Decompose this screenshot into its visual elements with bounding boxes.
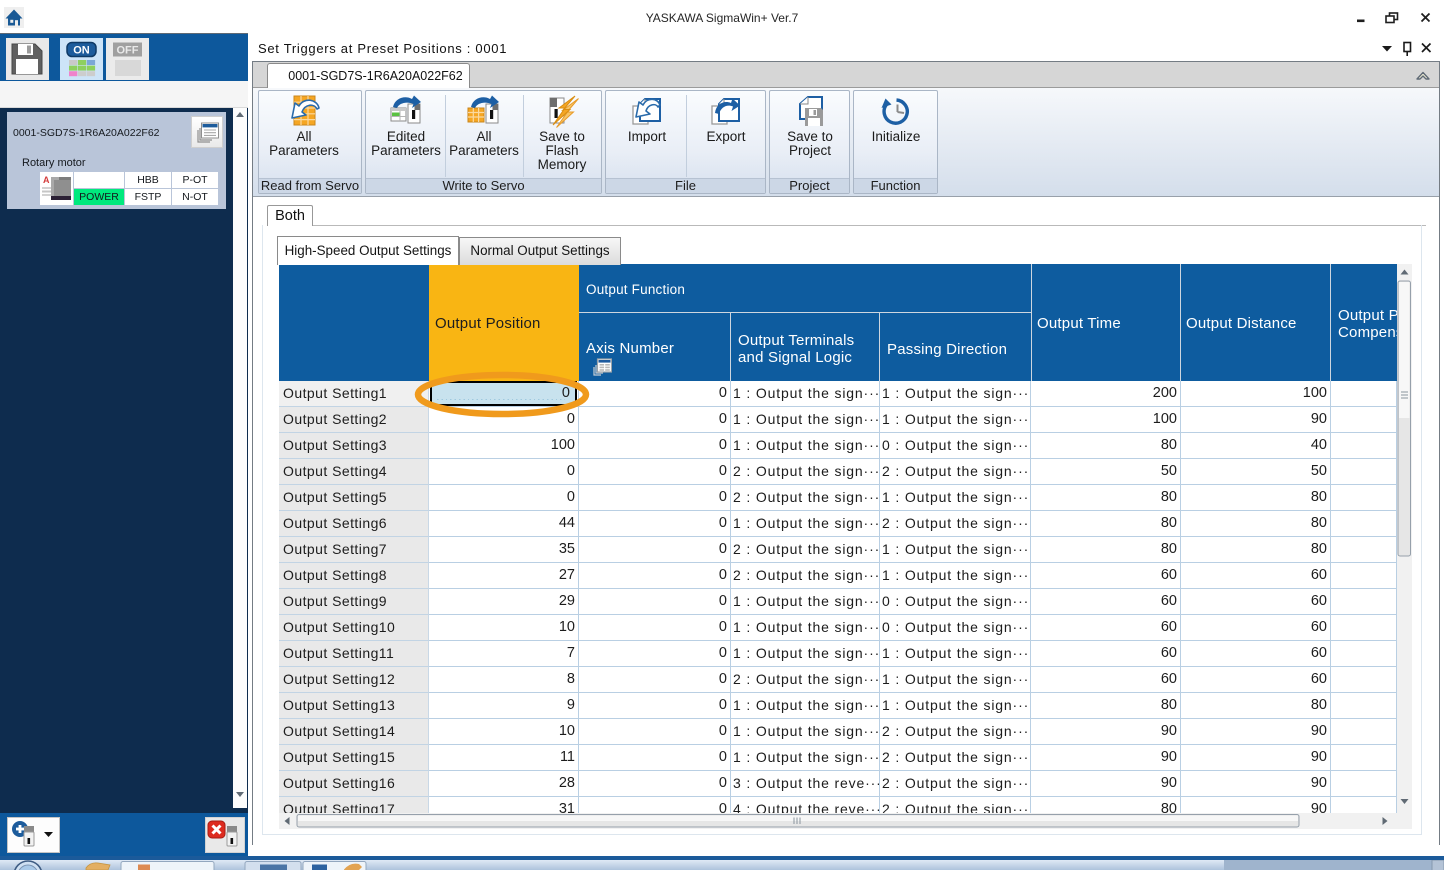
- svg-text:OFF: OFF: [117, 45, 139, 57]
- svg-text:ON: ON: [73, 45, 90, 57]
- svg-text:A: A: [43, 175, 50, 185]
